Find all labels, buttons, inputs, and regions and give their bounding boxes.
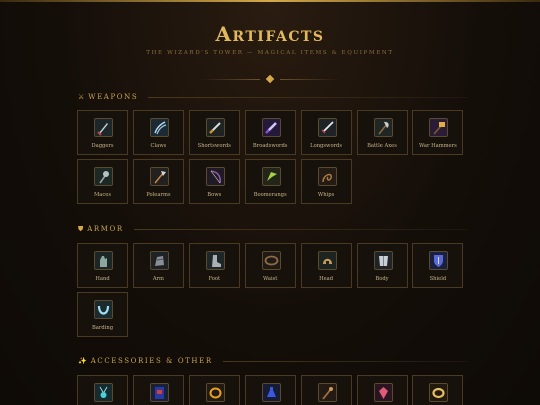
artifact-label: Bows [207, 192, 222, 198]
artifact-tile-armor[interactable]: Shield [412, 243, 464, 288]
artifact-tile-accessories[interactable] [244, 375, 296, 405]
page-subtitle: THE WIZARD'S TOWER — MAGICAL ITEMS & EQU… [146, 50, 394, 56]
artifact-tile-armor[interactable]: Waist [244, 243, 296, 288]
artifact-tile-accessories[interactable] [188, 375, 240, 405]
artifact-tile-armor[interactable]: Body [356, 243, 408, 288]
artifact-tile-weapons[interactable]: Whips [300, 159, 352, 204]
artifact-label: Claws [150, 143, 167, 149]
artifact-tile-accessories[interactable] [77, 375, 128, 405]
artifact-tile-armor[interactable]: Head [300, 243, 352, 288]
polearm-icon [149, 167, 169, 186]
artifact-tile-weapons[interactable]: Boomerangs [244, 159, 296, 204]
section-rule [133, 228, 468, 230]
battle-axe-icon [373, 118, 393, 137]
dagger-icon [94, 118, 113, 137]
crossed-swords-icon: ⚔ [78, 92, 85, 101]
horseshoe-icon [94, 300, 113, 319]
artifact-label: Barding [91, 325, 114, 331]
shield-icon: ⛊ [78, 224, 84, 233]
section-header-armor: ⛊ ARMOR [78, 224, 468, 234]
artifact-label: Body [375, 276, 389, 282]
artifact-tile-accessories[interactable] [356, 375, 408, 405]
artifact-tile-armor[interactable]: Barding [77, 292, 128, 337]
artifact-label: War Hammers [419, 143, 457, 149]
breastplate-icon [373, 251, 393, 270]
shortsword-icon [205, 118, 225, 137]
amulet-icon [94, 383, 113, 402]
sparkles-icon: ✨ [78, 356, 87, 365]
artifact-tile-weapons[interactable]: Broadswords [244, 110, 296, 155]
page-title: Artifacts [215, 22, 325, 46]
helmet-icon [317, 251, 337, 270]
artifact-label: Longswords [310, 143, 343, 149]
diamond-icon [265, 74, 275, 84]
artifact-label: Arm [152, 276, 164, 282]
artifact-tile-armor[interactable]: Hand [77, 243, 128, 288]
broadsword-icon [261, 118, 281, 137]
artifact-tile-weapons[interactable]: Shortswords [188, 110, 240, 155]
artifact-tile-weapons[interactable]: Longswords [300, 110, 352, 155]
claw-icon [149, 118, 169, 137]
artifact-tile-accessories[interactable] [132, 375, 184, 405]
boomerang-icon [261, 167, 281, 186]
artifact-tile-weapons[interactable]: Battle Axes [356, 110, 408, 155]
artifact-label: Daggers [91, 143, 114, 149]
shield-icon [429, 251, 449, 270]
ring-icon [205, 383, 225, 402]
tome-icon [149, 383, 169, 402]
artifact-tile-accessories[interactable] [300, 375, 352, 405]
section-title-armor: ARMOR [87, 225, 124, 233]
gauntlet-icon [94, 251, 113, 270]
divider-line-right [280, 79, 340, 80]
artifact-tile-weapons[interactable]: War Hammers [412, 110, 464, 155]
arm-guard-icon [149, 251, 169, 270]
artifact-label: Hand [95, 276, 110, 282]
artifact-tile-armor[interactable]: Foot [188, 243, 240, 288]
artifact-tile-armor[interactable]: Arm [132, 243, 184, 288]
section-title-accessories: ACCESSORIES & OTHER [90, 357, 213, 365]
war-hammer-icon [429, 118, 449, 137]
artifact-label: Foot [208, 276, 221, 282]
gold-ring-icon [429, 383, 449, 402]
artifact-label: Shield [429, 276, 447, 282]
artifact-tile-accessories[interactable] [412, 375, 464, 405]
artifact-tile-weapons[interactable]: Daggers [77, 110, 128, 155]
artifact-label: Battle Axes [367, 143, 397, 149]
artifact-label: Polearms [146, 192, 171, 198]
artifact-tile-weapons[interactable]: Claws [132, 110, 184, 155]
belt-icon [261, 251, 281, 270]
title-divider [200, 74, 340, 84]
artifact-label: Shortswords [197, 143, 231, 149]
section-rule [222, 360, 468, 362]
whip-icon [317, 167, 337, 186]
artifact-label: Boomerangs [253, 192, 287, 198]
gem-icon [373, 383, 393, 402]
artifact-label: Maces [93, 192, 112, 198]
artifact-tile-weapons[interactable]: Maces [77, 159, 128, 204]
divider-line-left [200, 79, 260, 80]
artifact-tile-weapons[interactable]: Polearms [132, 159, 184, 204]
mace-icon [94, 167, 113, 186]
boot-icon [205, 251, 225, 270]
artifact-label: Head [319, 276, 334, 282]
staff-icon [317, 383, 337, 402]
section-header-accessories: ✨ ACCESSORIES & OTHER [78, 356, 468, 366]
artifact-label: Whips [317, 192, 335, 198]
longsword-icon [317, 118, 337, 137]
artifact-label: Broadswords [252, 143, 288, 149]
section-header-weapons: ⚔ WEAPONS [78, 92, 468, 102]
section-rule [148, 96, 468, 98]
artifact-label: Waist [262, 276, 278, 282]
artifact-tile-weapons[interactable]: Bows [188, 159, 240, 204]
bow-icon [205, 167, 225, 186]
potion-icon [261, 383, 281, 402]
top-gold-line [0, 0, 540, 2]
section-title-weapons: WEAPONS [88, 93, 139, 101]
